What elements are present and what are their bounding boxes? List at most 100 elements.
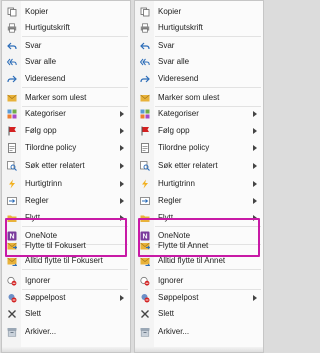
menu-item-label: Søppelpost (25, 293, 66, 302)
menu-item-svar-alle[interactable]: Svar alle (2, 54, 130, 70)
delete-icon (140, 309, 150, 319)
menu-item-marker-som-ulest[interactable]: Marker som ulest (135, 90, 263, 106)
menu-item-label: Ignorer (158, 276, 184, 285)
search-related-icon (7, 161, 17, 171)
reply-all-icon (139, 57, 150, 67)
menu-item-videresend[interactable]: Videresend (135, 71, 263, 87)
menu-item-videresend[interactable]: Videresend (2, 71, 130, 87)
submenu-arrow-icon (120, 181, 124, 187)
submenu-arrow-icon (253, 128, 257, 134)
submenu-arrow-icon (253, 145, 257, 151)
print-icon (7, 23, 17, 33)
ignore-icon (7, 276, 17, 286)
policy-icon (140, 143, 150, 153)
menu-item-label: Slett (158, 309, 175, 318)
junk-icon (7, 293, 17, 303)
menu-item-label: Alltid flytte til Fokusert (25, 256, 103, 265)
menu-item-arkiver[interactable]: Arkiver... (2, 324, 130, 340)
menu-separator (155, 36, 261, 37)
menu-item-følg-opp[interactable]: Følg opp (2, 123, 130, 139)
envelope-icon (7, 93, 17, 103)
menu-item-regler[interactable]: Regler (2, 193, 130, 209)
menu-item-hurtigutskrift[interactable]: Hurtigutskrift (135, 20, 263, 36)
copy-icon (7, 7, 17, 17)
forward-icon (7, 74, 17, 84)
rules-icon (7, 196, 17, 206)
always-move-other-icon (140, 256, 151, 267)
menu-item-arkiver[interactable]: Arkiver... (135, 324, 263, 340)
menu-separator (155, 87, 261, 88)
submenu-arrow-icon (253, 181, 257, 187)
menu-item-kopier[interactable]: Kopier (135, 4, 263, 20)
delete-icon (7, 309, 17, 319)
menu-item-kategoriser[interactable]: Kategoriser (2, 106, 130, 122)
submenu-arrow-icon (253, 198, 257, 204)
menu-item-slett[interactable]: Slett (2, 306, 130, 322)
search-related-icon (140, 161, 150, 171)
focused-items-highlight-box (5, 218, 127, 257)
menu-item-label: Følg opp (158, 126, 190, 135)
menu-cutoff-edge (135, 347, 263, 352)
menu-item-følg-opp[interactable]: Følg opp (135, 123, 263, 139)
submenu-arrow-icon (253, 163, 257, 169)
menu-item-label: Hurtigutskrift (158, 23, 203, 32)
menu-item-label: Marker som ulest (158, 93, 220, 102)
menu-item-slett[interactable]: Slett (135, 306, 263, 322)
menu-item-hurtigutskrift[interactable]: Hurtigutskrift (2, 20, 130, 36)
junk-icon (140, 293, 150, 303)
menu-item-label: Ignorer (25, 276, 51, 285)
ignore-icon (140, 276, 150, 286)
submenu-arrow-icon (253, 295, 257, 301)
menu-separator (22, 87, 128, 88)
reply-icon (140, 41, 150, 51)
menu-item-label: Videresend (25, 74, 66, 83)
always-move-focused-icon (7, 256, 18, 267)
menu-item-label: Tilordne policy (25, 143, 77, 152)
archive-icon (140, 327, 150, 337)
lightning-icon (7, 179, 17, 189)
focused-items-highlight-box (138, 218, 260, 257)
menu-item-label: Regler (158, 196, 182, 205)
menu-item-tilordne-policy[interactable]: Tilordne policy (2, 140, 130, 156)
menu-item-label: Hurtigtrinn (25, 179, 62, 188)
menu-item-ignorer[interactable]: Ignorer (2, 273, 130, 289)
submenu-arrow-icon (120, 145, 124, 151)
menu-item-ignorer[interactable]: Ignorer (135, 273, 263, 289)
menu-item-søk-etter-relatert[interactable]: Søk etter relatert (2, 158, 130, 174)
menu-item-label: Marker som ulest (25, 93, 87, 102)
menu-item-kopier[interactable]: Kopier (2, 4, 130, 20)
menu-item-tilordne-policy[interactable]: Tilordne policy (135, 140, 263, 156)
menu-item-svar[interactable]: Svar (2, 38, 130, 54)
menu-item-svar[interactable]: Svar (135, 38, 263, 54)
menu-separator (155, 269, 261, 270)
menu-item-label: Svar alle (158, 57, 190, 66)
menu-item-label: Kategoriser (25, 109, 66, 118)
forward-icon (140, 74, 150, 84)
submenu-arrow-icon (120, 198, 124, 204)
context-menu-right: Kopier Hurtigutskrift Svar Svar alle Videres… (134, 0, 264, 353)
menu-item-hurtigtrinn[interactable]: Hurtigtrinn (2, 176, 130, 192)
menu-item-label: Søk etter relatert (158, 161, 218, 170)
menu-item-søppelpost[interactable]: Søppelpost (2, 290, 130, 306)
print-icon (140, 23, 150, 33)
menu-item-label: Kopier (25, 7, 49, 16)
menu-item-søppelpost[interactable]: Søppelpost (135, 290, 263, 306)
flag-icon (7, 126, 17, 136)
menu-item-søk-etter-relatert[interactable]: Søk etter relatert (135, 158, 263, 174)
menu-item-svar-alle[interactable]: Svar alle (135, 54, 263, 70)
submenu-arrow-icon (120, 111, 124, 117)
submenu-arrow-icon (120, 163, 124, 169)
menu-item-label: Kopier (158, 7, 182, 16)
menu-item-kategoriser[interactable]: Kategoriser (135, 106, 263, 122)
menu-item-label: Alltid flytte til Annet (158, 256, 226, 265)
menu-cutoff-edge (2, 347, 130, 352)
menu-item-marker-som-ulest[interactable]: Marker som ulest (2, 90, 130, 106)
submenu-arrow-icon (120, 128, 124, 134)
menu-item-label: Søk etter relatert (25, 161, 85, 170)
menu-item-regler[interactable]: Regler (135, 193, 263, 209)
archive-icon (7, 327, 17, 337)
menu-item-label: Tilordne policy (158, 143, 210, 152)
menu-item-label: Hurtigutskrift (25, 23, 70, 32)
menu-item-label: Følg opp (25, 126, 57, 135)
menu-item-hurtigtrinn[interactable]: Hurtigtrinn (135, 176, 263, 192)
